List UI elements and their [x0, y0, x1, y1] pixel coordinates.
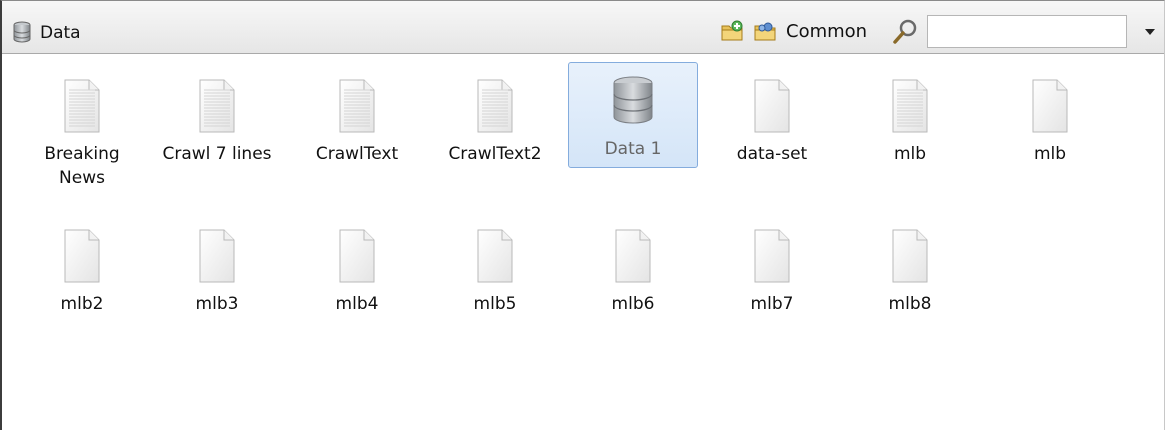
file-item-label: mlb [1033, 144, 1067, 164]
file-item-label: CrawlText [315, 144, 399, 164]
file-item[interactable]: CrawlText2 [430, 65, 560, 166]
search-icon[interactable] [892, 18, 918, 46]
file-item-label: mlb3 [195, 294, 239, 314]
file-item[interactable]: mlb6 [568, 215, 698, 316]
blank-document-icon [754, 79, 790, 133]
file-item[interactable]: Crawl 7 lines [152, 65, 282, 166]
file-item[interactable]: mlb4 [292, 215, 422, 316]
file-item[interactable]: CrawlText [292, 65, 422, 166]
text-document-icon [892, 79, 928, 133]
file-item-label: mlb8 [888, 294, 932, 314]
window-title: Data [40, 23, 81, 43]
file-item-label: mlb2 [60, 294, 104, 314]
add-folder-icon[interactable] [720, 19, 744, 43]
file-item[interactable]: mlb7 [707, 215, 837, 316]
blank-document-icon [1032, 79, 1068, 133]
file-item-label: mlb6 [611, 294, 655, 314]
text-document-icon [199, 79, 235, 133]
blank-document-icon [615, 229, 651, 283]
database-icon [613, 76, 653, 124]
file-item-label: Data 1 [604, 139, 662, 159]
file-item-label: data-set [736, 144, 808, 164]
file-item[interactable]: mlb8 [845, 215, 975, 316]
toolbar: Data Common [2, 1, 1164, 54]
common-folder-icon[interactable] [753, 19, 777, 43]
blank-document-icon [339, 229, 375, 283]
blank-document-icon [199, 229, 235, 283]
database-icon [13, 21, 31, 43]
text-document-icon [339, 79, 375, 133]
blank-document-icon [477, 229, 513, 283]
file-item-label: mlb5 [473, 294, 517, 314]
search-input[interactable] [927, 15, 1127, 48]
file-item-label: mlb4 [335, 294, 379, 314]
file-item[interactable]: Breaking News [17, 65, 147, 190]
file-item-label: mlb7 [750, 294, 794, 314]
file-item-label: Crawl 7 lines [162, 144, 272, 164]
file-item[interactable]: mlb5 [430, 215, 560, 316]
search-dropdown-arrow-icon[interactable] [1145, 29, 1155, 35]
blank-document-icon [754, 229, 790, 283]
file-browser-window: Data Common Breaking News Crawl 7 lines Cr… [0, 0, 1165, 430]
file-item-label: CrawlText2 [448, 144, 542, 164]
file-item[interactable]: data-set [707, 65, 837, 166]
text-document-icon [64, 79, 100, 133]
text-document-icon [477, 79, 513, 133]
file-item[interactable]: mlb3 [152, 215, 282, 316]
file-item[interactable]: mlb [845, 65, 975, 166]
file-item-label: Breaking News [44, 144, 120, 188]
blank-document-icon [64, 229, 100, 283]
file-grid: Breaking News Crawl 7 lines CrawlText Crawl… [2, 55, 1164, 431]
file-item[interactable]: Data 1 [568, 62, 698, 168]
file-item[interactable]: mlb [985, 65, 1115, 166]
blank-document-icon [892, 229, 928, 283]
common-folder-label[interactable]: Common [786, 21, 867, 42]
file-item-label: mlb [893, 144, 927, 164]
file-item[interactable]: mlb2 [17, 215, 147, 316]
